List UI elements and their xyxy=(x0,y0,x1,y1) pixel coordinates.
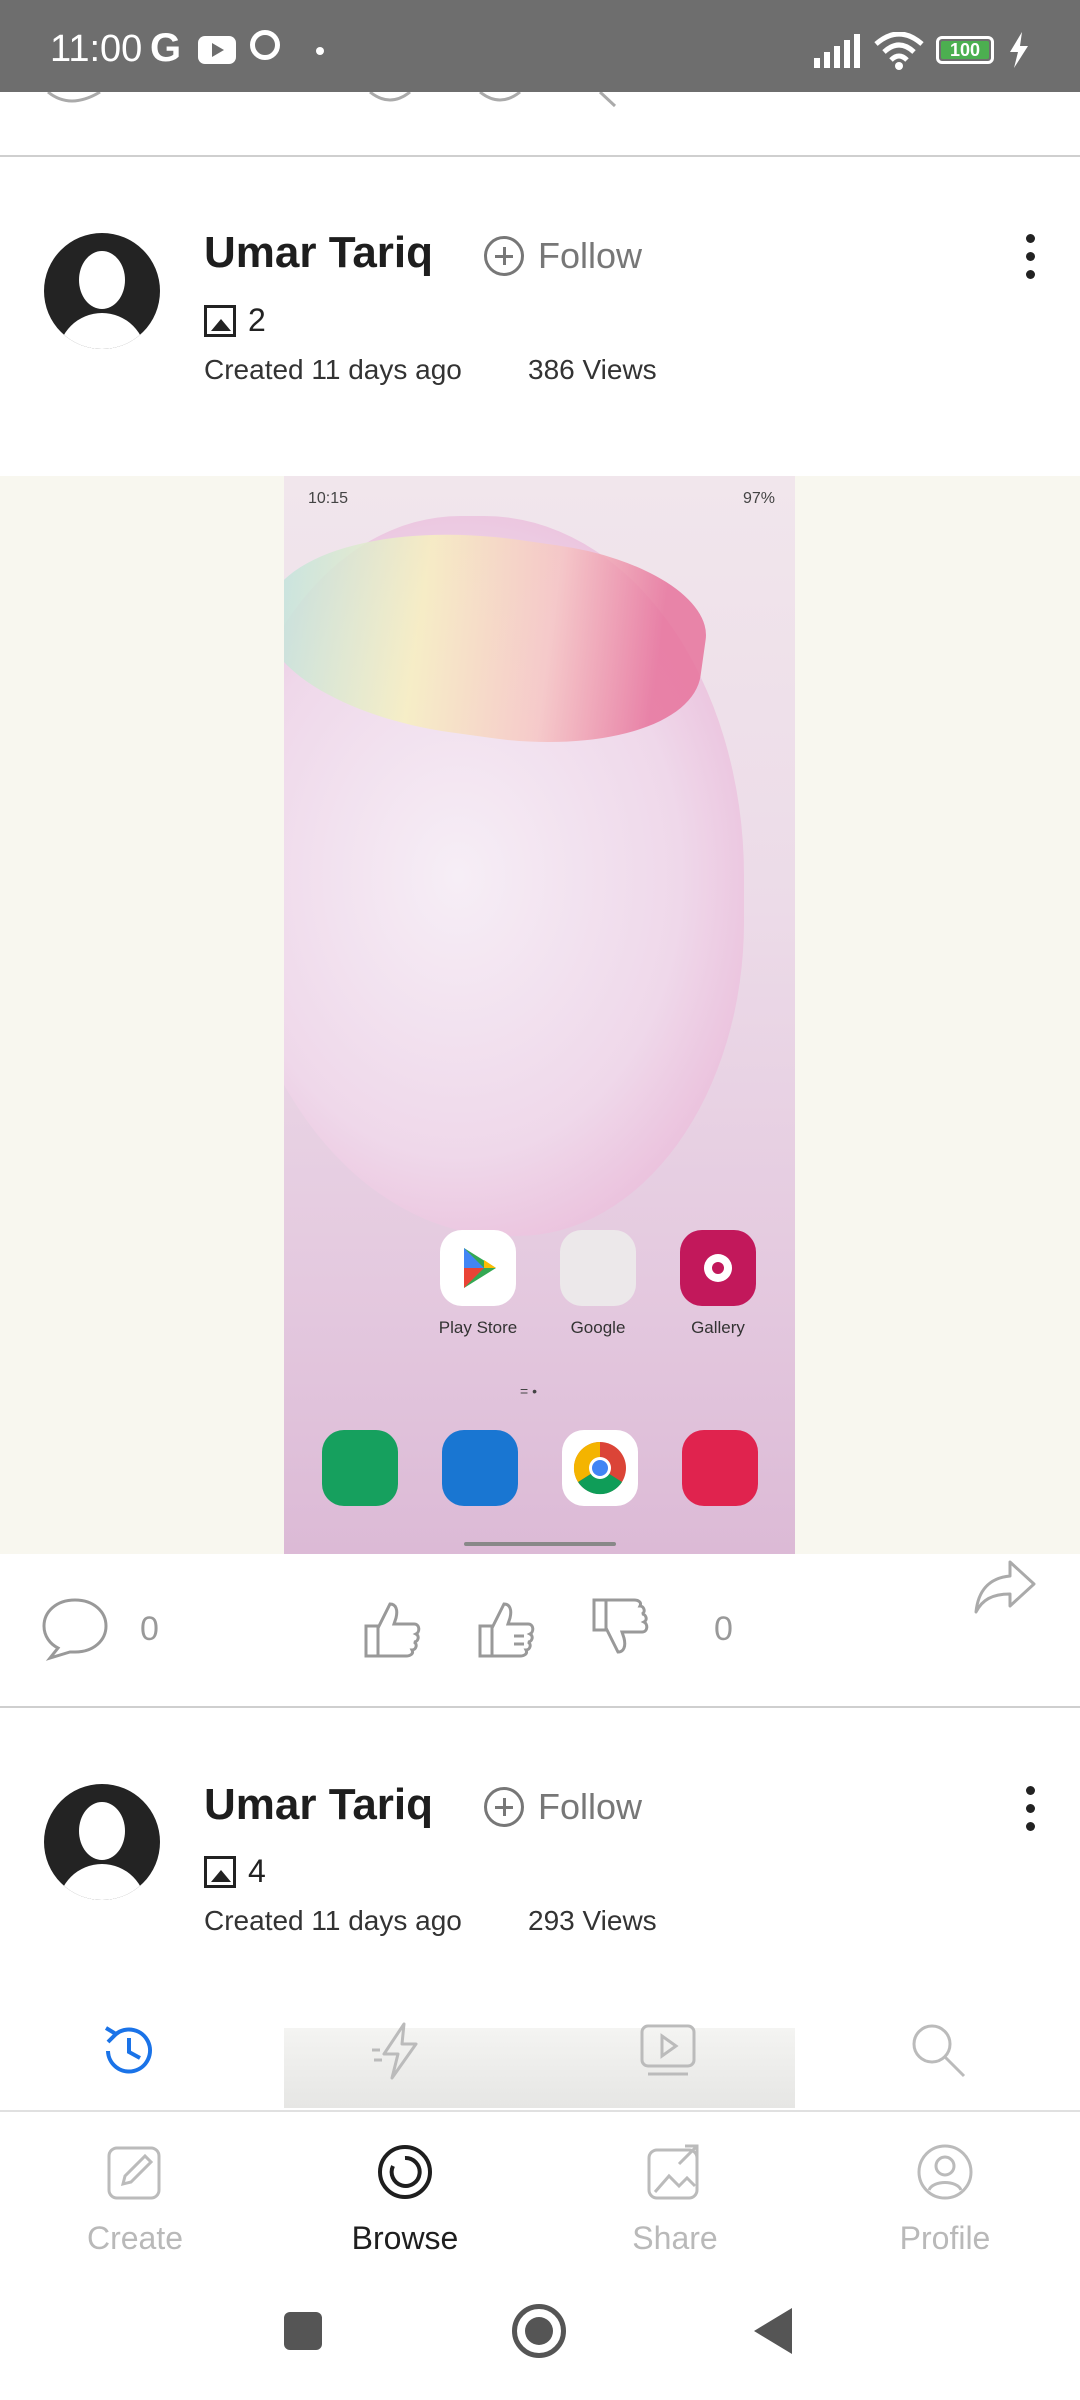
google-g-icon: G xyxy=(150,26,182,70)
super-like-icon[interactable] xyxy=(474,1596,540,1660)
battery-level: 100 xyxy=(941,41,989,59)
nav-share[interactable]: Share xyxy=(585,2142,765,2257)
comment-icon[interactable] xyxy=(40,1596,110,1662)
camera-app-icon xyxy=(682,1430,758,1506)
search-icon[interactable] xyxy=(908,2020,968,2080)
notification-dot-icon xyxy=(316,47,324,55)
nav-label: Browse xyxy=(351,2220,459,2256)
author-name[interactable]: Umar Tariq xyxy=(204,228,433,278)
charging-icon xyxy=(1010,32,1028,68)
recents-button[interactable] xyxy=(284,2312,322,2350)
signal-icon xyxy=(814,34,860,68)
home-button[interactable] xyxy=(512,2304,566,2358)
image-count: 2 xyxy=(204,302,266,339)
like-icon[interactable] xyxy=(360,1596,424,1660)
share-arrow-icon[interactable] xyxy=(972,1558,1038,1616)
profile-icon xyxy=(917,2144,973,2200)
vote-count: 0 xyxy=(714,1610,733,1648)
follow-label: Follow xyxy=(538,235,643,276)
dislike-icon[interactable] xyxy=(588,1596,652,1660)
history-icon[interactable] xyxy=(98,2020,160,2082)
video-icon[interactable] xyxy=(638,2022,698,2080)
pencil-icon xyxy=(107,2146,161,2200)
google-folder-icon xyxy=(560,1230,636,1306)
status-bar: 11:00 G 100 xyxy=(0,0,1080,92)
more-options-icon[interactable] xyxy=(1016,228,1046,284)
system-navigation-bar xyxy=(0,2262,1080,2400)
share-image-icon xyxy=(647,2144,699,2200)
image-count: 4 xyxy=(204,1853,266,1890)
nav-profile[interactable]: Profile xyxy=(855,2142,1035,2257)
view-count: 386 Views xyxy=(528,354,657,385)
lightning-icon[interactable] xyxy=(370,2020,428,2082)
gear-icon xyxy=(250,30,280,60)
app-label: Gallery xyxy=(691,1318,745,1337)
battery-icon: 100 xyxy=(936,36,994,64)
nav-browse[interactable]: Browse xyxy=(315,2142,495,2257)
created-date: Created 11 days ago xyxy=(204,1905,462,1936)
gesture-bar xyxy=(464,1542,616,1546)
previous-post-actions-peek xyxy=(47,92,617,108)
view-count: 293 Views xyxy=(528,1905,657,1936)
more-options-icon[interactable] xyxy=(1016,1780,1046,1836)
follow-button[interactable]: Follow xyxy=(484,1781,642,1833)
page-indicator: = • xyxy=(520,1383,537,1399)
screenshot-time: 10:15 xyxy=(308,490,349,507)
image-icon xyxy=(204,304,236,337)
chrome-app-icon xyxy=(562,1430,638,1506)
nav-label: Share xyxy=(632,2220,718,2256)
image-count-value: 2 xyxy=(248,302,266,338)
comment-count: 0 xyxy=(140,1610,159,1648)
nav-label: Profile xyxy=(899,2220,991,2256)
nav-create[interactable]: Create xyxy=(45,2142,225,2257)
created-date: Created 11 days ago xyxy=(204,354,462,385)
phone-app-icon xyxy=(322,1430,398,1506)
avatar[interactable] xyxy=(44,1784,160,1900)
divider xyxy=(0,1706,1080,1708)
post-image[interactable] xyxy=(284,2028,795,2108)
app-label: Play Store xyxy=(438,1318,518,1337)
follow-label: Follow xyxy=(538,1786,643,1827)
post-image[interactable]: 10:15 97% Play Store Google Gallery = • xyxy=(284,476,795,1554)
image-icon xyxy=(204,1855,236,1888)
app-label: Google xyxy=(570,1318,626,1337)
screenshot-battery: 97% xyxy=(742,490,775,507)
plus-icon xyxy=(484,236,524,276)
browse-icon xyxy=(378,2145,432,2199)
wifi-icon xyxy=(874,32,924,70)
gallery-icon xyxy=(680,1230,756,1306)
avatar[interactable] xyxy=(44,233,160,349)
play-store-icon xyxy=(440,1230,516,1306)
youtube-icon xyxy=(198,36,236,64)
divider xyxy=(0,155,1080,157)
messages-app-icon xyxy=(442,1430,518,1506)
image-count-value: 4 xyxy=(248,1853,266,1889)
plus-icon xyxy=(484,1787,524,1827)
bottom-navigation: Create Browse Share Profile xyxy=(0,2110,1080,2262)
author-name[interactable]: Umar Tariq xyxy=(204,1780,433,1830)
back-button[interactable] xyxy=(752,2306,794,2356)
nav-label: Create xyxy=(86,2220,184,2256)
status-time: 11:00 xyxy=(50,28,143,70)
follow-button[interactable]: Follow xyxy=(484,230,642,282)
